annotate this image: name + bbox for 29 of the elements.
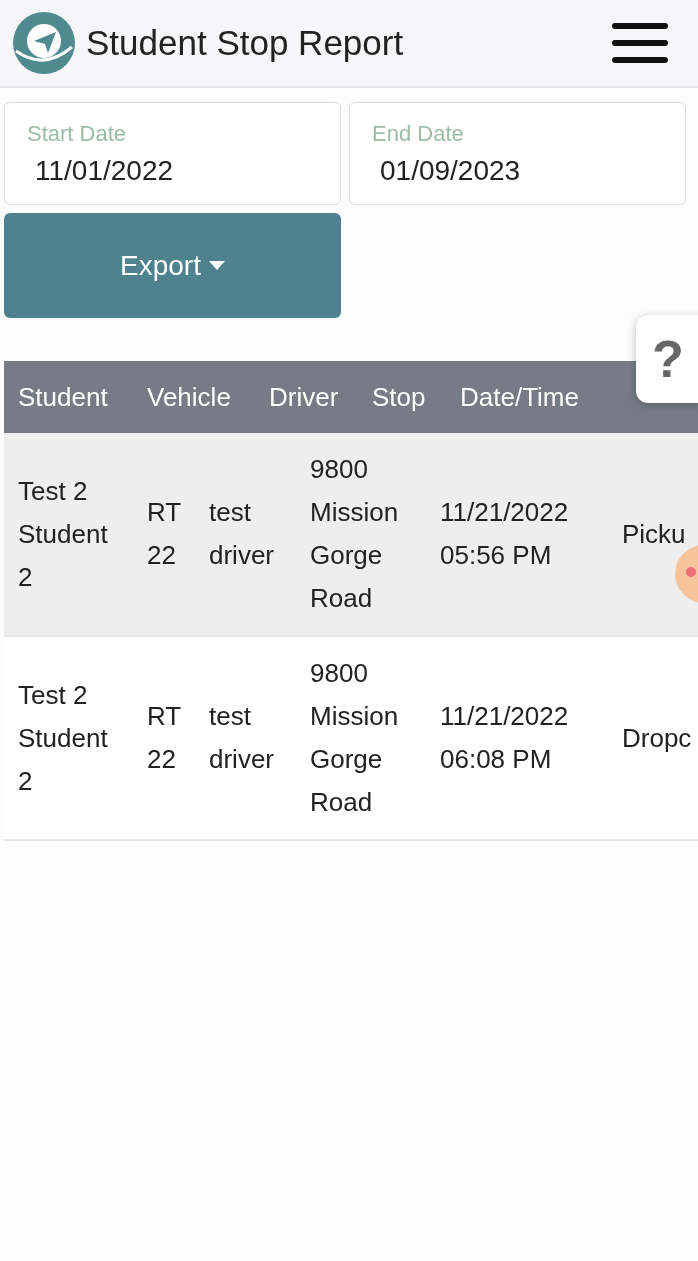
help-button[interactable]: ? bbox=[636, 315, 698, 403]
export-button[interactable]: Export bbox=[4, 213, 341, 318]
column-header[interactable]: Date/Time bbox=[446, 381, 611, 413]
table-cell-text: 11/21/2022 06:08 PM bbox=[439, 700, 570, 776]
field-label: End Date bbox=[372, 121, 464, 147]
table-cell-text: Picku bbox=[621, 517, 687, 551]
caret-icon bbox=[208, 260, 225, 271]
column-header[interactable]: Student bbox=[4, 381, 133, 413]
menu-button[interactable] bbox=[612, 23, 668, 63]
field-label: Start Date bbox=[27, 121, 127, 147]
logo-icon bbox=[12, 11, 76, 75]
page-title: Student Stop Report bbox=[86, 23, 405, 63]
column-header[interactable]: Vehicle bbox=[133, 381, 255, 413]
date-field[interactable]: Start Date 11/01/2022 bbox=[4, 102, 341, 205]
table-cell-text: 9800 Mission Gorge Road bbox=[309, 453, 400, 615]
table-cell-text: test driver bbox=[208, 496, 275, 572]
table-row[interactable]: Test 2 Student 2 RT 22 test driver 9800 Mission Gorge Road 11/21/2022 05:56 PM Picku bbox=[4, 433, 698, 637]
table-cell-text: test driver bbox=[208, 700, 275, 776]
table-cell-text: Test 2 Student 2 bbox=[17, 678, 109, 798]
column-header[interactable]: Driver bbox=[255, 381, 358, 413]
date-field[interactable]: End Date 01/09/2023 bbox=[349, 102, 686, 205]
table-cell-text: Test 2 Student 2 bbox=[17, 474, 109, 594]
table-cell-text: Dropc bbox=[621, 721, 693, 755]
table-cell-text: RT 22 bbox=[146, 496, 182, 572]
table-cell-text: RT 22 bbox=[146, 700, 182, 776]
table-cell-text: 11/21/2022 05:56 PM bbox=[439, 496, 570, 572]
floating-bubble-icon[interactable] bbox=[674, 544, 698, 604]
table-cell-text: 9800 Mission Gorge Road bbox=[309, 657, 400, 819]
column-header[interactable]: Stop bbox=[358, 381, 446, 413]
